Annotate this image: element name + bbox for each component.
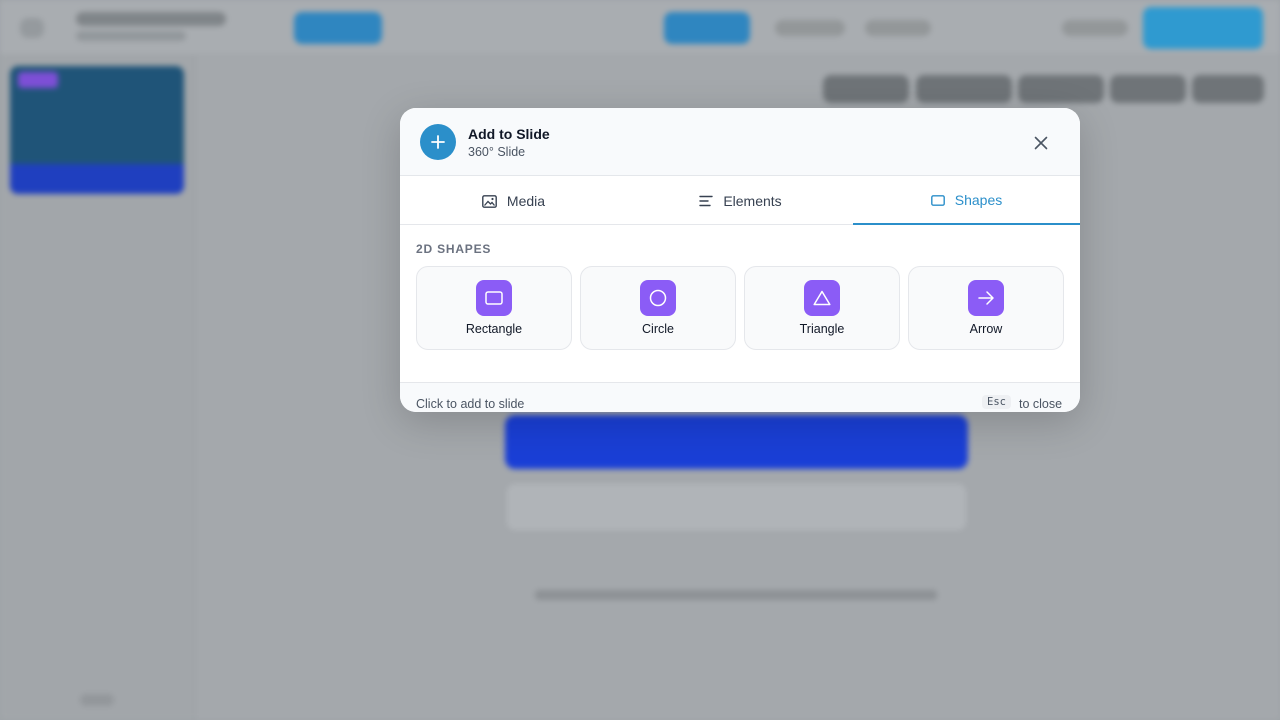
shape-label: Circle bbox=[642, 322, 674, 336]
background-toolbar-shape bbox=[775, 20, 845, 36]
section-title: 2D SHAPES bbox=[416, 242, 492, 256]
background-pill-2 bbox=[916, 75, 1012, 103]
background-pill bbox=[823, 75, 909, 103]
background-subtitle-shape bbox=[76, 31, 186, 41]
tab-media[interactable]: Media bbox=[400, 177, 627, 225]
shape-card-rectangle[interactable]: Rectangle bbox=[416, 266, 572, 350]
arrow-right-icon bbox=[968, 280, 1004, 316]
background-blue-action bbox=[505, 415, 968, 469]
dialog-header: Add to Slide 360° Slide bbox=[400, 108, 1080, 176]
close-button[interactable] bbox=[1030, 132, 1052, 154]
shape-card-triangle[interactable]: Triangle bbox=[744, 266, 900, 350]
shape-card-circle[interactable]: Circle bbox=[580, 266, 736, 350]
text-lines-icon bbox=[699, 195, 714, 207]
footer-close-hint: to close bbox=[1019, 397, 1063, 411]
background-primary-button bbox=[1143, 7, 1263, 49]
tab-shapes[interactable]: Shapes bbox=[853, 177, 1080, 225]
background-thumbnail-bar bbox=[10, 164, 184, 194]
tab-elements[interactable]: Elements bbox=[627, 177, 854, 225]
background-blue-button bbox=[294, 12, 382, 44]
background-help-line bbox=[535, 590, 937, 600]
dialog-tabs: Media Elements Shapes bbox=[400, 177, 1080, 225]
image-icon bbox=[482, 194, 497, 208]
background-blue-button-2 bbox=[664, 12, 750, 44]
esc-key-badge: Esc bbox=[982, 395, 1011, 409]
shape-card-arrow[interactable]: Arrow bbox=[908, 266, 1064, 350]
dialog-subtitle: 360° Slide bbox=[468, 145, 526, 159]
tab-media-label: Media bbox=[506, 193, 546, 209]
background-pill-4 bbox=[1110, 75, 1186, 103]
background-topbar bbox=[0, 0, 1280, 56]
circle-icon bbox=[640, 280, 676, 316]
tab-elements-label: Elements bbox=[723, 193, 782, 209]
background-pill-5 bbox=[1192, 75, 1264, 103]
rectangle-outline-icon bbox=[930, 194, 945, 206]
shape-label: Rectangle bbox=[465, 322, 523, 336]
background-thumbnail-tag bbox=[18, 72, 58, 88]
tab-shapes-label: Shapes bbox=[954, 192, 1003, 208]
add-to-slide-dialog: Add to Slide 360° Slide Media Elements S… bbox=[400, 108, 1080, 412]
plus-icon bbox=[420, 124, 456, 160]
background-outline-action bbox=[505, 482, 968, 532]
dialog-footer: Click to add to slide Esc to close bbox=[400, 382, 1080, 412]
rectangle-icon bbox=[476, 280, 512, 316]
dialog-title: Add to Slide bbox=[468, 126, 550, 142]
shape-label: Triangle bbox=[799, 322, 845, 336]
background-title-shape bbox=[76, 12, 226, 26]
shape-label: Arrow bbox=[969, 322, 1003, 336]
background-toolbar-shape-2 bbox=[865, 20, 931, 36]
triangle-icon bbox=[804, 280, 840, 316]
background-slide-thumbnail bbox=[10, 66, 184, 194]
footer-hint: Click to add to slide bbox=[416, 397, 525, 411]
background-toolbar-shape-3 bbox=[1062, 20, 1128, 36]
close-icon bbox=[1034, 136, 1048, 150]
background-pill-3 bbox=[1018, 75, 1104, 103]
background-menu-shape bbox=[20, 18, 44, 38]
background-footer-shape bbox=[80, 694, 114, 706]
